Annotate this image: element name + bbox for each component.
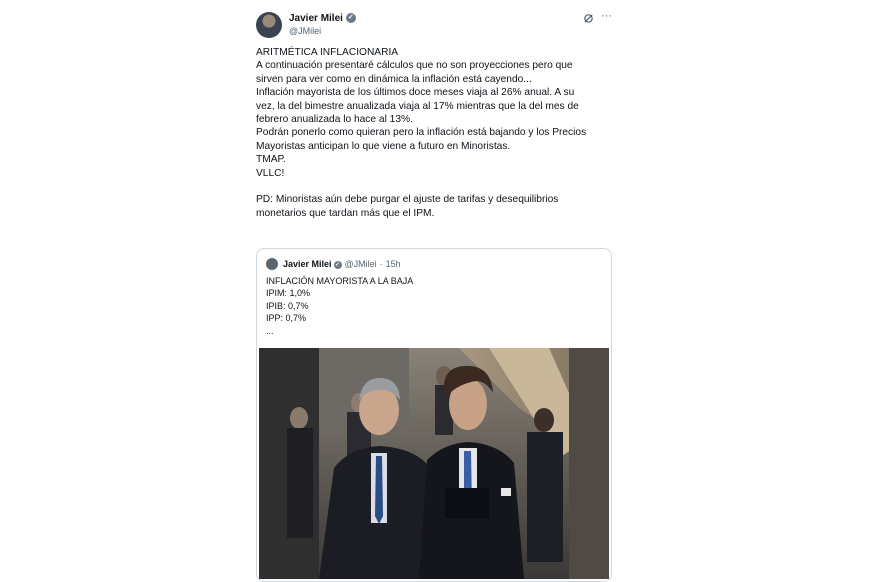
author-avatar[interactable] (256, 12, 282, 38)
quote-author-avatar (266, 258, 278, 270)
tweet-line: A continuación presentaré cálculos que n… (256, 60, 573, 72)
tweet-line: VLLC! (256, 167, 285, 179)
tweet-line: Inflación mayorista de los últimos doce … (256, 87, 575, 99)
tweet-line: febrero anualizada lo hace al 13%. (256, 114, 413, 126)
tweet-line: ARITMÉTICA INFLACIONARIA (256, 47, 399, 58)
quote-photo[interactable] (259, 348, 609, 579)
quote-text: INFLACIÓN MAYORISTA A LA BAJA IPIM: 1,0%… (266, 275, 413, 337)
quoted-tweet[interactable]: Javier Milei ✓ @JMilei · 15h INFLACIÓN MAYOR… (256, 248, 612, 582)
quote-line: IPP: 0,7% (266, 313, 307, 324)
author-handle[interactable]: @JMilei (289, 26, 321, 36)
quote-line: IPIM: 1,0% (266, 288, 311, 299)
tweet-line: Mayoristas anticipan lo que viene a futu… (256, 140, 511, 152)
tweet-line: monetarios que tardan más que el IPM. (256, 207, 435, 219)
verified-badge-icon: ✓ (345, 13, 356, 24)
quote-line: ... (266, 325, 274, 336)
quote-handle: @JMilei (344, 259, 377, 269)
tweet-line: PD: Minoristas aún debe purgar el ajuste… (256, 194, 559, 206)
tweet-line: vez, la del bimestre anualizada viaja al… (256, 100, 579, 112)
more-icon[interactable]: ··· (601, 10, 612, 22)
quote-line: INFLACIÓN MAYORISTA A LA BAJA (266, 276, 414, 286)
quote-time: 15h (385, 259, 401, 269)
photo-two-men-escalator-icon (259, 348, 609, 579)
tweet-text: ARITMÉTICA INFLACIONARIA A continuación … (256, 46, 616, 220)
verified-badge-icon: ✓ (333, 260, 342, 269)
grok-icon[interactable] (583, 13, 594, 27)
tweet-line: Podrán ponerlo como quieran pero la infl… (256, 127, 587, 139)
author-name[interactable]: Javier Milei (289, 13, 343, 24)
tweet-line: TMAP. (256, 154, 286, 166)
quote-author-name: Javier Milei (283, 259, 332, 269)
tweet-line: sirven para ver como en dinámica la infl… (256, 73, 532, 85)
author-name-row[interactable]: Javier Milei ✓ (289, 13, 356, 24)
quote-line: IPIB: 0,7% (266, 300, 309, 311)
quote-header: Javier Milei ✓ @JMilei · 15h (283, 259, 401, 269)
quote-separator: · (379, 259, 383, 269)
tweet-line-blank (256, 180, 616, 193)
